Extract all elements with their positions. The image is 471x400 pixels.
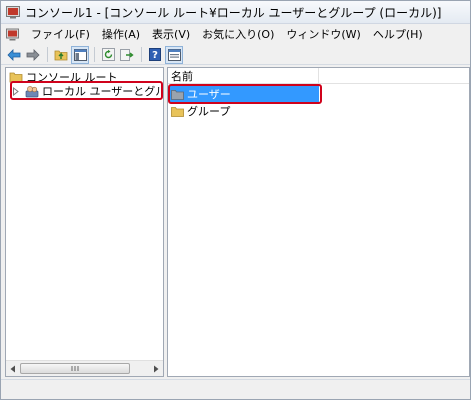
menu-view[interactable]: 表示(V)	[146, 26, 196, 42]
horizontal-scrollbar[interactable]	[6, 360, 163, 376]
folder-icon	[171, 106, 184, 117]
export-list-icon	[120, 49, 134, 61]
scrollbar-thumb[interactable]	[20, 363, 130, 374]
toolbar-separator	[141, 47, 142, 62]
column-header-label: 名前	[171, 69, 193, 83]
toolbar-separator	[47, 47, 48, 62]
properties-button[interactable]	[165, 45, 183, 64]
refresh-icon	[101, 48, 115, 61]
list-item-label: グループ	[187, 105, 231, 118]
list-item-label: ユーザー	[187, 88, 231, 101]
back-arrow-icon	[7, 48, 21, 61]
console-tree-pane[interactable]: コンソール ルート ローカル ユーザーとグループ	[5, 67, 164, 377]
menu-help[interactable]: ヘルプ(H)	[367, 26, 429, 42]
column-header-name[interactable]: 名前	[168, 68, 319, 84]
list-item-users[interactable]: ユーザー	[169, 86, 319, 102]
mmc-window: コンソール1 - [コンソール ルート¥ローカル ユーザーとグループ (ローカル…	[0, 0, 471, 400]
up-button[interactable]	[52, 46, 70, 64]
back-button[interactable]	[5, 46, 23, 64]
show-hide-tree-icon	[73, 48, 87, 61]
status-bar	[1, 379, 470, 399]
folder-icon	[171, 89, 184, 100]
folder-icon	[9, 72, 23, 83]
scrollbar-grip-icon	[71, 366, 79, 371]
export-list-button[interactable]	[118, 46, 136, 64]
console-menu-icon[interactable]	[6, 28, 19, 41]
up-folder-icon	[54, 50, 67, 61]
scroll-left-icon[interactable]	[9, 365, 17, 373]
toolbar-separator	[94, 47, 95, 62]
users-group-icon	[25, 86, 39, 98]
show-hide-tree-button[interactable]	[71, 45, 89, 64]
window-title: コンソール1 - [コンソール ルート¥ローカル ユーザーとグループ (ローカル…	[25, 5, 442, 20]
menu-bar: ファイル(F) 操作(A) 表示(V) お気に入り(O) ウィンドウ(W) ヘル…	[1, 24, 470, 44]
menu-action[interactable]: 操作(A)	[96, 26, 146, 42]
menu-file[interactable]: ファイル(F)	[25, 26, 96, 42]
properties-icon	[167, 48, 181, 61]
forward-button[interactable]	[24, 46, 42, 64]
tree-item-label: ローカル ユーザーとグループ	[42, 85, 163, 98]
forward-arrow-icon	[26, 48, 40, 61]
help-button[interactable]: ?	[146, 46, 164, 64]
scroll-right-icon[interactable]	[152, 365, 160, 373]
column-header-filler	[319, 68, 469, 84]
help-icon: ?	[149, 48, 161, 61]
menu-window[interactable]: ウィンドウ(W)	[280, 26, 366, 42]
menu-favorites[interactable]: お気に入り(O)	[196, 26, 280, 42]
console-app-icon	[6, 6, 20, 19]
toolbar: ?	[1, 45, 470, 65]
refresh-button[interactable]	[99, 46, 117, 64]
tree-item-local-users-groups[interactable]: ローカル ユーザーとグループ	[12, 83, 163, 99]
list-item-groups[interactable]: グループ	[169, 103, 319, 119]
title-bar[interactable]: コンソール1 - [コンソール ルート¥ローカル ユーザーとグループ (ローカル…	[1, 1, 470, 24]
svg-text:?: ?	[152, 50, 158, 61]
result-list-pane[interactable]: 名前 ユーザー グループ	[167, 67, 470, 377]
expand-triangle-icon[interactable]	[12, 86, 20, 96]
